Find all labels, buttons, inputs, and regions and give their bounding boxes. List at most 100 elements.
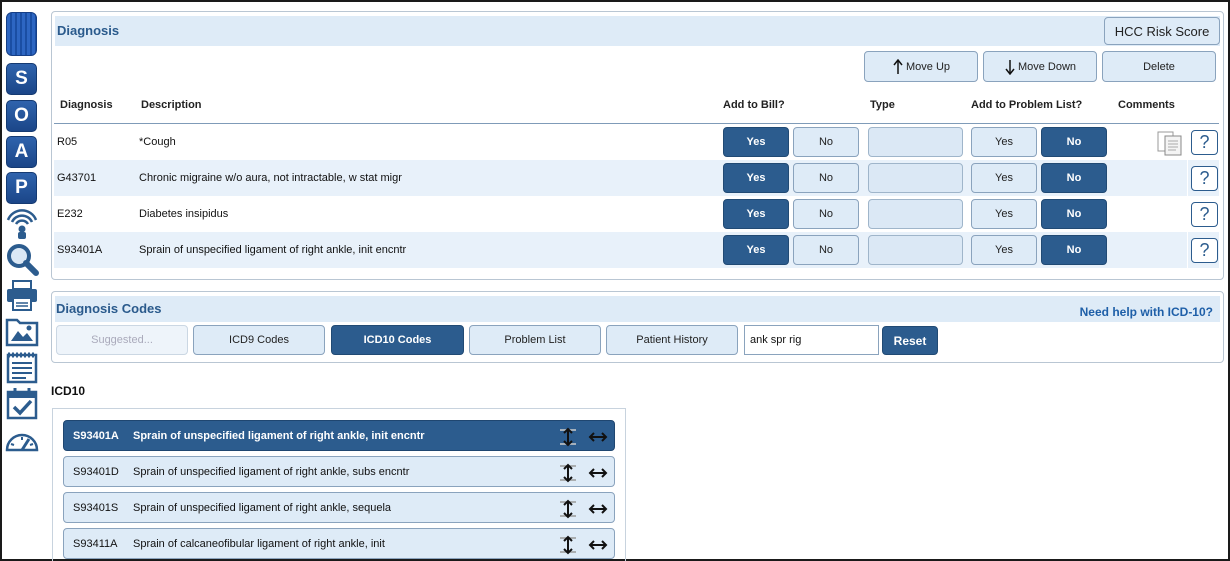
item-code: S93411A [73,538,118,550]
calendar-check-icon[interactable] [4,386,40,420]
diagnosis-codes-panel: Diagnosis Codes Need help with ICD-10? S… [51,291,1224,363]
sidebar-menu-button[interactable] [6,12,37,56]
arrow-up-icon [893,58,903,74]
bill-no-button[interactable]: No [793,235,859,265]
tab-suggested[interactable]: Suggested... [56,325,188,355]
list-item[interactable]: S93401D Sprain of unspecified ligament o… [63,456,615,487]
diagnosis-panel-title: Diagnosis [57,23,120,38]
help-button[interactable]: ? [1191,130,1218,155]
problem-list-yes-button[interactable]: Yes [971,199,1037,229]
tab-problem-list[interactable]: Problem List [469,325,601,355]
type-field[interactable] [868,127,963,157]
col-header-add-to-bill: Add to Bill? [723,99,785,111]
diagnosis-code: G43701 [57,172,97,184]
col-header-diagnosis: Diagnosis [60,99,113,111]
list-item[interactable]: S93401A Sprain of unspecified ligament o… [63,420,615,451]
row-separator [1187,232,1188,268]
problem-list-no-button[interactable]: No [1041,127,1107,157]
list-item[interactable]: S93401S Sprain of unspecified ligament o… [63,492,615,523]
bill-yes-button[interactable]: Yes [723,163,789,193]
diagnosis-description: Sprain of unspecified ligament of right … [139,244,407,256]
move-down-button[interactable]: Move Down [983,51,1097,82]
diagnosis-code: E232 [57,208,83,220]
expand-horizontal-icon[interactable] [588,499,608,519]
results-label: ICD10 [51,384,86,398]
soap-s-button[interactable]: S [6,63,37,95]
diagnosis-panel-header: Diagnosis [55,16,1220,46]
soap-a-button[interactable]: A [6,136,37,168]
diagnosis-description: *Cough [139,136,176,148]
item-description: Sprain of unspecified ligament of right … [133,502,392,514]
expand-vertical-icon[interactable] [558,427,578,447]
comment-document-icon[interactable] [1156,130,1184,156]
bill-yes-button[interactable]: Yes [723,199,789,229]
diagnosis-code: S93401A [57,244,103,256]
tab-icd10-codes[interactable]: ICD10 Codes [331,325,464,355]
item-description: Sprain of unspecified ligament of right … [133,466,410,478]
help-button[interactable]: ? [1191,166,1218,191]
row-separator [1187,160,1188,196]
list-item[interactable]: S93411A Sprain of calcaneofibular ligame… [63,528,615,559]
problem-list-no-button[interactable]: No [1041,199,1107,229]
printer-icon[interactable] [4,278,40,312]
help-button[interactable]: ? [1191,202,1218,227]
arrow-down-icon [1005,59,1015,75]
move-up-button[interactable]: Move Up [864,51,978,82]
problem-list-yes-button[interactable]: Yes [971,235,1037,265]
problem-list-no-button[interactable]: No [1041,235,1107,265]
item-description: Sprain of unspecified ligament of right … [133,430,425,442]
diagnosis-codes-header: Diagnosis Codes Need help with ICD-10? [55,296,1220,322]
col-header-type: Type [870,99,895,111]
diagnosis-row[interactable]: S93401A Sprain of unspecified ligament o… [54,232,1219,268]
tab-patient-history[interactable]: Patient History [606,325,738,355]
wireless-icon[interactable] [4,206,40,240]
expand-vertical-icon[interactable] [558,535,578,555]
expand-horizontal-icon[interactable] [588,463,608,483]
diagnosis-row[interactable]: R05 *Cough Yes No Yes No ? [54,124,1219,160]
diagnosis-description: Chronic migraine w/o aura, not intractab… [139,172,402,184]
col-header-comments: Comments [1118,99,1175,111]
bill-no-button[interactable]: No [793,199,859,229]
expand-vertical-icon[interactable] [558,463,578,483]
diagnosis-description: Diabetes insipidus [139,208,229,220]
bill-yes-button[interactable]: Yes [723,127,789,157]
icd10-help-link[interactable]: Need help with ICD-10? [1080,305,1213,319]
dashboard-icon[interactable] [4,424,40,458]
type-field[interactable] [868,235,963,265]
soap-o-button[interactable]: O [6,100,37,132]
bill-no-button[interactable]: No [793,127,859,157]
soap-p-button[interactable]: P [6,172,37,204]
help-button[interactable]: ? [1191,238,1218,263]
item-code: S93401D [73,466,119,478]
expand-vertical-icon[interactable] [558,499,578,519]
delete-button[interactable]: Delete [1102,51,1216,82]
problem-list-yes-button[interactable]: Yes [971,127,1037,157]
expand-horizontal-icon[interactable] [588,427,608,447]
diagnosis-codes-title: Diagnosis Codes [56,301,162,316]
bill-no-button[interactable]: No [793,163,859,193]
image-folder-icon[interactable] [4,314,40,348]
search-icon[interactable] [4,242,40,276]
results-list: S93401A Sprain of unspecified ligament o… [52,408,626,561]
reset-button[interactable]: Reset [882,326,938,355]
col-header-description: Description [141,99,202,111]
move-down-label: Move Down [1017,60,1077,73]
item-code: S93401A [73,430,119,442]
col-header-add-to-problem-list: Add to Problem List? [971,99,1083,111]
type-field[interactable] [868,199,963,229]
diagnosis-row[interactable]: G43701 Chronic migraine w/o aura, not in… [54,160,1219,196]
diagnosis-row[interactable]: E232 Diabetes insipidus Yes No Yes No ? [54,196,1219,232]
problem-list-yes-button[interactable]: Yes [971,163,1037,193]
sidebar: S O A P [4,8,40,561]
move-up-label: Move Up [905,60,951,73]
item-code: S93401S [73,502,119,514]
type-field[interactable] [868,163,963,193]
item-description: Sprain of calcaneofibular ligament of ri… [133,538,385,550]
expand-horizontal-icon[interactable] [588,535,608,555]
code-search-input[interactable] [744,325,879,355]
notepad-icon[interactable] [4,350,40,384]
hcc-risk-score-button[interactable]: HCC Risk Score [1104,17,1220,45]
bill-yes-button[interactable]: Yes [723,235,789,265]
tab-icd9-codes[interactable]: ICD9 Codes [193,325,325,355]
problem-list-no-button[interactable]: No [1041,163,1107,193]
